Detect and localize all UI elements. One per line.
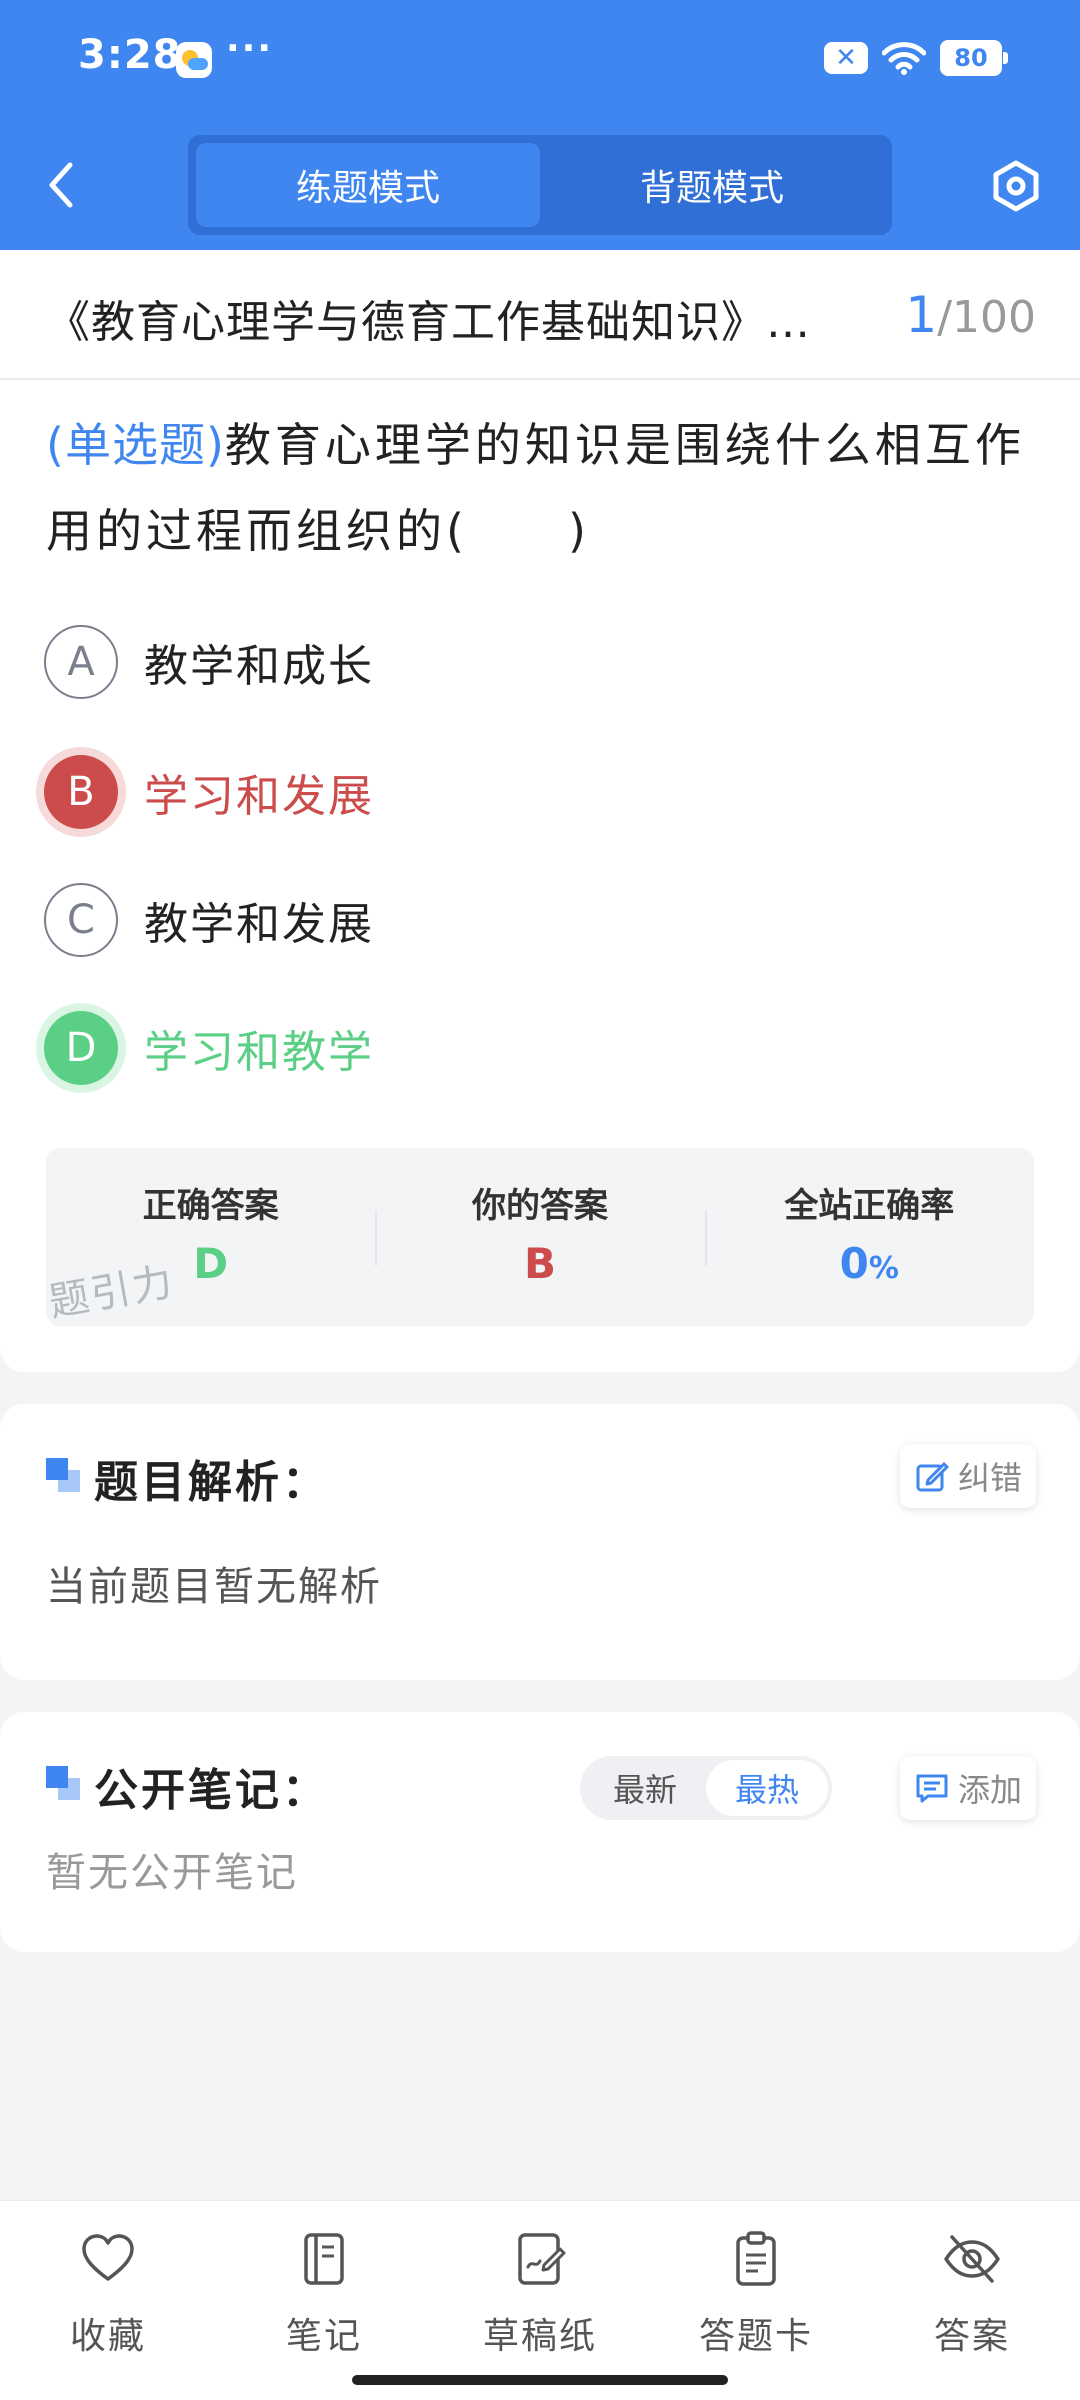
correct-answer-column: 正确答案 D 题引力 [46, 1148, 375, 1326]
option-letter: B [44, 755, 118, 829]
back-button[interactable] [40, 155, 84, 215]
tab-practice-mode[interactable]: 练题模式 [196, 143, 540, 227]
tab-notes[interactable]: 笔记 [244, 2229, 404, 2359]
bottom-toolbar: 收藏 笔记 草稿纸 答题卡 答案 [0, 2200, 1080, 2400]
public-notes-card: 公开笔记： 最新 最热 添加 暂无公开笔记 [0, 1712, 1080, 1952]
tab-draft-label: 草稿纸 [482, 2316, 597, 2357]
battery-indicator: 80 [940, 40, 1008, 76]
question-panel: 《教育心理学与德育工作基础知识》… 1/100 (单选题)教育心理学的知识是围绕… [0, 250, 1080, 1372]
option-c[interactable]: C 教学和发展 [44, 882, 374, 958]
notebook-icon [304, 2233, 344, 2285]
tab-favorite-label: 收藏 [69, 2316, 146, 2357]
accuracy-rate-value: 0% [705, 1239, 1034, 1288]
analysis-body: 当前题目暂无解析 [46, 1564, 382, 1610]
notes-title: 公开笔记： [94, 1765, 329, 1816]
accuracy-rate-label: 全站正确率 [784, 1186, 955, 1226]
tab-favorite[interactable]: 收藏 [28, 2229, 188, 2359]
sort-newest[interactable]: 最新 [584, 1760, 706, 1816]
current-question-number: 1 [905, 286, 938, 344]
heart-icon [82, 2234, 134, 2281]
option-letter: A [44, 625, 118, 699]
question-counter[interactable]: 1/100 [905, 286, 1036, 344]
no-sim-icon: ✕ [824, 42, 868, 74]
option-text: 教学和成长 [144, 641, 374, 692]
tab-answer-card-label: 答题卡 [698, 2316, 813, 2357]
sort-hottest[interactable]: 最热 [706, 1760, 828, 1816]
accuracy-rate-column: 全站正确率 0% [704, 1148, 1034, 1326]
accuracy-rate-number: 0 [839, 1239, 869, 1288]
notes-empty-text: 暂无公开笔记 [46, 1850, 298, 1896]
weather-icon [176, 42, 212, 78]
your-answer-label: 你的答案 [471, 1186, 608, 1226]
tab-notes-label: 笔记 [285, 2316, 362, 2357]
status-indicators: ✕ 80 [824, 36, 1008, 80]
chevron-left-icon [49, 162, 73, 208]
your-answer-column: 你的答案 B [375, 1148, 704, 1326]
your-answer-value: B [523, 1239, 556, 1288]
settings-hexagon-icon [993, 160, 1039, 212]
section-square-icon [46, 1766, 82, 1802]
report-error-button[interactable]: 纠错 [899, 1444, 1036, 1508]
comment-icon [916, 1774, 948, 1803]
question-type: (单选题) [46, 418, 225, 472]
mode-switch: 练题模式 背题模式 [188, 135, 892, 235]
option-b[interactable]: B 学习和发展 [44, 754, 374, 830]
tab-memorize-mode[interactable]: 背题模式 [540, 143, 884, 227]
draft-icon [518, 2233, 566, 2285]
total-questions: /100 [937, 292, 1036, 343]
analysis-title: 题目解析： [94, 1457, 329, 1508]
edit-icon [916, 1462, 949, 1492]
report-error-label: 纠错 [957, 1459, 1022, 1497]
settings-button[interactable] [988, 158, 1044, 214]
option-letter: C [44, 883, 118, 957]
option-text: 学习和发展 [144, 771, 374, 822]
answer-summary: 正确答案 D 题引力 你的答案 B 全站正确率 0% [46, 1148, 1034, 1326]
option-a[interactable]: A 教学和成长 [44, 624, 374, 700]
notes-sort-toggle: 最新 最热 [580, 1756, 832, 1820]
analysis-card: 题目解析： 纠错 当前题目暂无解析 [0, 1404, 1080, 1680]
tab-answer-card[interactable]: 答题卡 [676, 2229, 836, 2359]
tab-show-answer[interactable]: 答案 [892, 2229, 1052, 2359]
option-d[interactable]: D 学习和教学 [44, 1010, 374, 1086]
add-note-label: 添加 [957, 1771, 1022, 1809]
eye-off-icon [944, 2235, 1000, 2283]
tab-show-answer-label: 答案 [933, 2316, 1010, 2357]
section-square-icon [46, 1458, 82, 1494]
status-time: 3:28 [78, 32, 182, 78]
title-bar: 《教育心理学与德育工作基础知识》… 1/100 [0, 250, 1080, 380]
exam-title: 《教育心理学与德育工作基础知识》… [46, 297, 811, 348]
wifi-icon [882, 41, 926, 75]
question-stem: (单选题)教育心理学的知识是围绕什么相互作用的过程而组织的( ) [46, 402, 1036, 574]
app-header: 3:28 ··· ✕ 80 练题模式 背题模式 [0, 0, 1080, 250]
correct-answer-label: 正确答案 [142, 1186, 279, 1226]
accuracy-rate-unit: % [868, 1251, 899, 1286]
option-text: 学习和教学 [144, 1027, 374, 1078]
option-text: 教学和发展 [144, 899, 374, 950]
add-note-button[interactable]: 添加 [899, 1756, 1036, 1820]
tab-draft[interactable]: 草稿纸 [460, 2229, 620, 2359]
home-indicator[interactable] [352, 2375, 728, 2385]
clipboard-icon [736, 2231, 776, 2286]
status-more-dots: ··· [226, 28, 274, 69]
option-letter: D [44, 1011, 118, 1085]
